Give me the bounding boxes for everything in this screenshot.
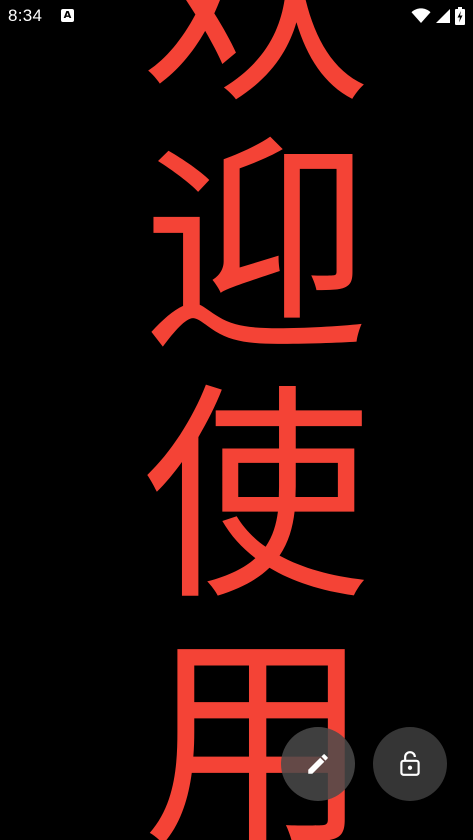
welcome-text: 欢迎使用 <box>103 0 370 840</box>
cell-signal-icon <box>435 8 451 24</box>
wifi-icon <box>411 8 431 24</box>
notification-icon-letter: A <box>63 10 72 21</box>
welcome-banner: 欢迎使用 <box>0 0 473 840</box>
unlock-icon <box>397 750 423 778</box>
status-bar: 8:34 A <box>0 0 473 32</box>
edit-button[interactable] <box>281 727 355 801</box>
status-icons <box>411 6 465 26</box>
battery-icon <box>455 7 465 25</box>
pencil-icon <box>305 751 331 777</box>
notification-a-icon: A <box>61 9 74 22</box>
lock-toggle-button[interactable] <box>373 727 447 801</box>
status-time: 8:34 <box>8 6 43 25</box>
